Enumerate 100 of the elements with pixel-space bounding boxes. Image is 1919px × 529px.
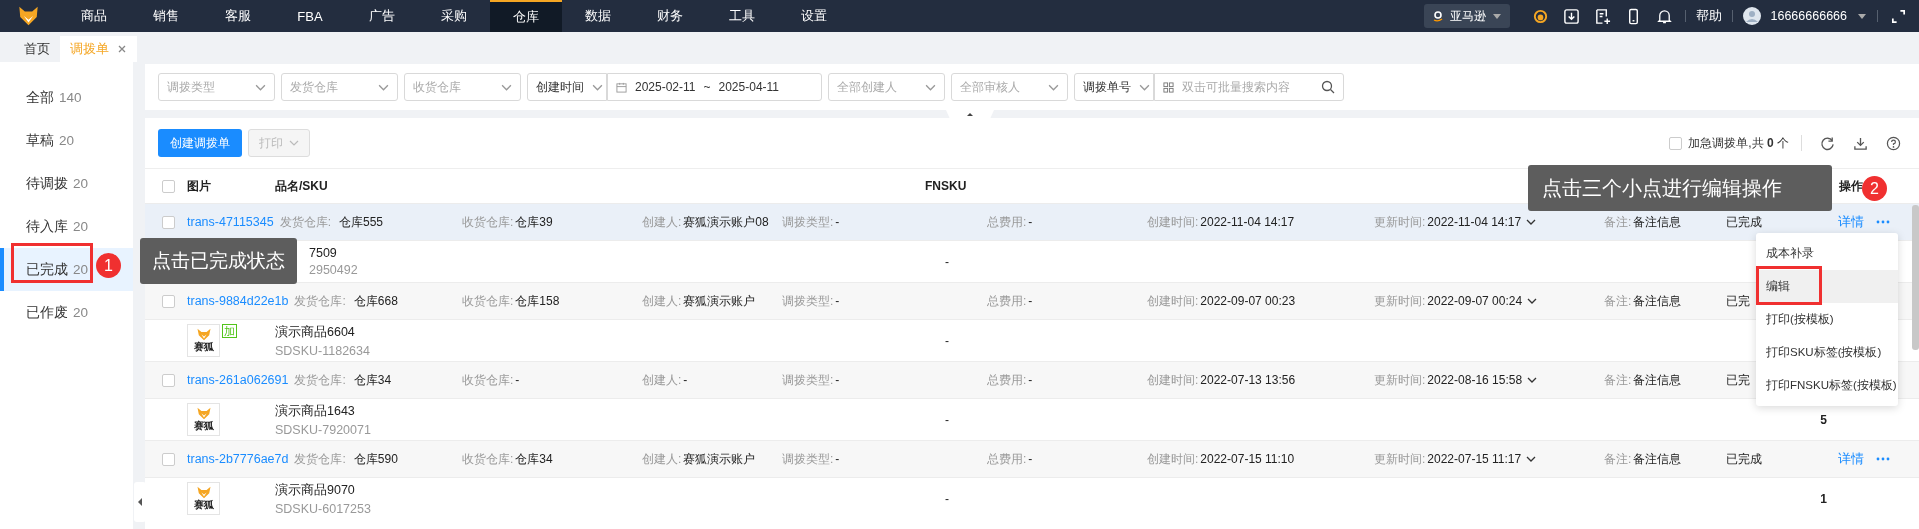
status-filter-item[interactable]: 全部 140 — [0, 76, 133, 119]
field-label: 更新时间: — [1374, 371, 1426, 389]
column-header: 品名/SKU — [275, 177, 328, 195]
chevron-down-icon[interactable] — [1526, 454, 1537, 464]
nav-tab[interactable]: 工具 — [706, 0, 778, 32]
marketplace-selector[interactable]: 亚马逊 — [1423, 4, 1510, 28]
status-filter-item[interactable]: 待入库 20 — [0, 205, 133, 248]
menu-item[interactable]: 编辑 — [1756, 270, 1898, 303]
document-add-icon[interactable] — [1593, 7, 1611, 25]
fox-logo-icon[interactable] — [17, 5, 40, 27]
menu-item[interactable]: 打印(按模板) — [1756, 303, 1898, 336]
field-value: - — [1028, 215, 1033, 229]
menu-item[interactable]: 打印SKU标签(按模板) — [1756, 336, 1898, 369]
field-value: - — [1028, 373, 1033, 387]
checkbox[interactable] — [162, 294, 175, 308]
select-field[interactable]: 创建时间 — [527, 73, 607, 101]
field-value: - — [1028, 294, 1033, 308]
user-menu[interactable]: 16666666666 — [1770, 9, 1847, 23]
field-value: 仓库39 — [515, 213, 553, 231]
field-value: 2022-08-16 15:58 — [1427, 373, 1523, 387]
status-filter-item[interactable]: 草稿 20 — [0, 119, 133, 162]
status-filter-item[interactable]: 待调拨 20 — [0, 162, 133, 205]
status-text: 已完成 — [1726, 451, 1762, 466]
bundle-tag: 加 — [222, 323, 237, 338]
fnsku-value: - — [945, 254, 950, 269]
field-value: - — [683, 373, 688, 387]
field-value: 2022-07-15 11:17 — [1427, 452, 1522, 466]
column-header: 图片 — [187, 177, 211, 195]
callout-tooltip: 点击已完成状态 — [140, 238, 297, 284]
checkbox[interactable] — [162, 215, 175, 229]
nav-tab[interactable]: 客服 — [202, 0, 274, 32]
chevron-down-icon[interactable] — [1526, 217, 1537, 227]
menu-item[interactable]: 成本补录 — [1756, 237, 1898, 270]
checkbox[interactable] — [162, 179, 175, 193]
field-label: 更新时间: — [1374, 213, 1426, 231]
chevron-down-icon[interactable] — [1527, 296, 1538, 306]
nav-tab[interactable]: 采购 — [418, 0, 490, 32]
checkbox[interactable] — [162, 373, 175, 387]
checkbox[interactable] — [1669, 136, 1683, 150]
field-label: 更新时间: — [1374, 292, 1426, 310]
field-label: 总费用: — [987, 371, 1027, 389]
checkbox[interactable] — [162, 452, 175, 466]
page-tab[interactable]: 首页 — [14, 36, 60, 62]
nav-tab[interactable]: 广告 — [346, 0, 418, 32]
collapse-tab[interactable] — [946, 110, 994, 119]
field-value: 2022-11-04 14:17 — [1427, 215, 1522, 229]
avatar-icon[interactable] — [1742, 7, 1761, 25]
refresh-icon[interactable] — [1820, 135, 1835, 151]
product-name: 演示商品9070 — [275, 481, 356, 499]
chevron-down-icon[interactable] — [1527, 375, 1538, 385]
field-label: 备注: — [1604, 450, 1632, 468]
more-icon[interactable] — [1876, 220, 1890, 224]
help-icon[interactable] — [1886, 135, 1901, 151]
field-label: 发货仓库: — [294, 292, 346, 310]
nav-tab[interactable]: 仓库 — [490, 0, 562, 32]
select-field[interactable]: 调拨单号 — [1074, 73, 1154, 101]
fnsku-value: - — [945, 412, 950, 427]
field-value: - — [515, 373, 520, 387]
download-icon[interactable] — [1853, 135, 1868, 151]
field-label: 调拨类型: — [782, 371, 834, 389]
close-icon[interactable] — [117, 44, 127, 54]
nav-tab[interactable]: FBA — [274, 0, 346, 32]
urgent-count-label: 加急调拨单,共 0 个 — [1688, 134, 1789, 152]
field-label: 创建时间: — [1147, 213, 1199, 231]
nav-tab[interactable]: 商品 — [58, 0, 130, 32]
nav-tab[interactable]: 数据 — [562, 0, 634, 32]
grid-icon — [1163, 81, 1174, 93]
field-value: - — [835, 215, 840, 229]
field-value: - — [1028, 452, 1033, 466]
field-value: - — [835, 373, 840, 387]
nav-tab[interactable]: 财务 — [634, 0, 706, 32]
highlight-frame — [1756, 266, 1822, 305]
thumbnail-caption: 赛狐 — [193, 499, 214, 510]
date-range-field[interactable]: 2025-02-11 ~ 2025-04-11 — [607, 73, 822, 101]
field-value: 备注信息 — [1633, 371, 1682, 389]
nav-tab[interactable]: 销售 — [130, 0, 202, 32]
field-label: 发货仓库: — [294, 371, 346, 389]
quantity-value: 1 — [1820, 491, 1827, 506]
field-label: 收货仓库: — [462, 371, 514, 389]
search-icon[interactable] — [1321, 80, 1335, 94]
field-label: 发货仓库: — [279, 213, 331, 231]
status-filter-item[interactable]: 已作废 20 — [0, 291, 133, 334]
field-label: 备注: — [1604, 292, 1632, 310]
product-sku: SDSKU-7920071 — [275, 422, 372, 437]
smile-icon — [1431, 10, 1444, 22]
column-header: FNSKU — [925, 179, 967, 193]
field-value: 赛狐演示账户08 — [683, 213, 769, 231]
fullscreen-icon[interactable] — [1890, 7, 1907, 25]
field-label: 调拨类型: — [782, 450, 834, 468]
menu-item[interactable]: 打印FNSKU标签(按模板) — [1756, 369, 1898, 402]
scrollbar[interactable] — [1912, 205, 1919, 350]
help-link[interactable]: 帮助 — [1695, 7, 1722, 25]
nav-tab[interactable]: 设置 — [778, 0, 850, 32]
field-value: 备注信息 — [1633, 450, 1682, 468]
product-sku: SDSKU-1182634 — [275, 343, 371, 358]
fox-icon — [195, 328, 212, 341]
bell-icon[interactable] — [1655, 7, 1673, 25]
collapse-handle[interactable] — [134, 482, 146, 522]
product-name: 演示商品1643 — [275, 402, 356, 420]
more-icon[interactable] — [1876, 457, 1890, 461]
